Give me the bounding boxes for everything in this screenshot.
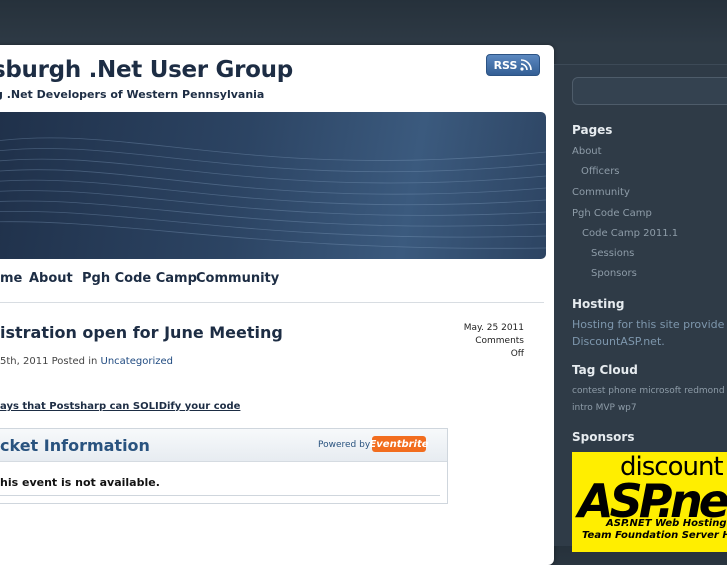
hosting-text-line-2[interactable]: DiscountASP.net.	[572, 333, 724, 350]
rss-button[interactable]: RSS	[486, 54, 540, 76]
hosting-text: Hosting for this site provide DiscountAS…	[572, 316, 724, 350]
eventbrite-ticket-widget: cket Information Powered by Eventbrite h…	[0, 428, 448, 504]
post-meta-text: 5th, 2011 Posted in	[0, 356, 98, 367]
sponsors-heading: Sponsors	[572, 430, 635, 444]
ticket-title: cket Information	[0, 436, 150, 455]
nav-item-about[interactable]: About	[29, 271, 73, 286]
ticket-divider	[0, 495, 440, 496]
rss-icon	[520, 59, 533, 71]
category-link[interactable]: Uncategorized	[101, 356, 173, 367]
header-banner	[0, 112, 546, 259]
nav-item-community[interactable]: Community	[196, 271, 279, 286]
sidebar: Pages About Officers Community Pgh Code …	[554, 0, 727, 552]
post-link[interactable]: ays that Postsharp can SOLIDify your cod…	[0, 401, 240, 412]
eventbrite-logo[interactable]: Eventbrite	[369, 436, 429, 452]
post-date: May. 25 2011	[463, 323, 524, 333]
ad-tagline-1: ASP.NET Web Hosting	[606, 518, 727, 529]
post-title[interactable]: istration open for June Meeting	[0, 323, 283, 342]
ad-tagline-2: Team Foundation Server Hos	[582, 530, 727, 541]
sidebar-item-sessions[interactable]: Sessions	[591, 248, 634, 259]
post-meta: 5th, 2011 Posted in Uncategorized	[0, 356, 173, 367]
tag-cloud-line-1[interactable]: contest phone microsoft redmond c	[572, 383, 727, 400]
banner-waves	[0, 137, 546, 249]
pages-heading: Pages	[572, 123, 613, 137]
tag-cloud: contest phone microsoft redmond c intro …	[572, 383, 727, 417]
sidebar-item-code-camp-2011[interactable]: Code Camp 2011.1	[582, 228, 678, 239]
post-date-block: May. 25 2011 Comments Off	[460, 322, 524, 361]
hosting-text-line-1: Hosting for this site provide	[572, 318, 725, 331]
sidebar-item-about[interactable]: About	[572, 146, 602, 157]
hosting-heading: Hosting	[572, 297, 625, 311]
ticket-message: his event is not available.	[0, 476, 160, 489]
tag-cloud-heading: Tag Cloud	[572, 363, 638, 377]
rss-label: RSS	[493, 58, 518, 72]
search-input[interactable]	[572, 77, 727, 105]
site-title[interactable]: sburgh .Net User Group	[0, 57, 293, 83]
sidebar-item-sponsors[interactable]: Sponsors	[591, 268, 637, 279]
discountasp-sponsor-ad[interactable]: discount ASP.ne ASP.NET Web Hosting Team…	[572, 452, 727, 552]
ticket-header: cket Information Powered by Eventbrite	[0, 429, 447, 462]
tag-cloud-line-2[interactable]: intro MVP wp7	[572, 400, 727, 417]
sidebar-item-officers[interactable]: Officers	[581, 166, 620, 177]
powered-by-label: Powered by	[318, 440, 371, 450]
nav-item-pgh-code-camp[interactable]: Pgh Code Camp	[82, 271, 197, 286]
nav-item-home[interactable]: me	[0, 271, 22, 286]
sidebar-item-community[interactable]: Community	[572, 187, 630, 198]
site-description: g .Net Developers of Western Pennsylvani…	[0, 88, 265, 101]
post-comments[interactable]: Comments Off	[460, 335, 524, 361]
content-panel: sburgh .Net User Group g .Net Developers…	[0, 45, 554, 565]
nav-divider	[0, 302, 544, 303]
sidebar-item-pgh-code-camp[interactable]: Pgh Code Camp	[572, 208, 652, 219]
